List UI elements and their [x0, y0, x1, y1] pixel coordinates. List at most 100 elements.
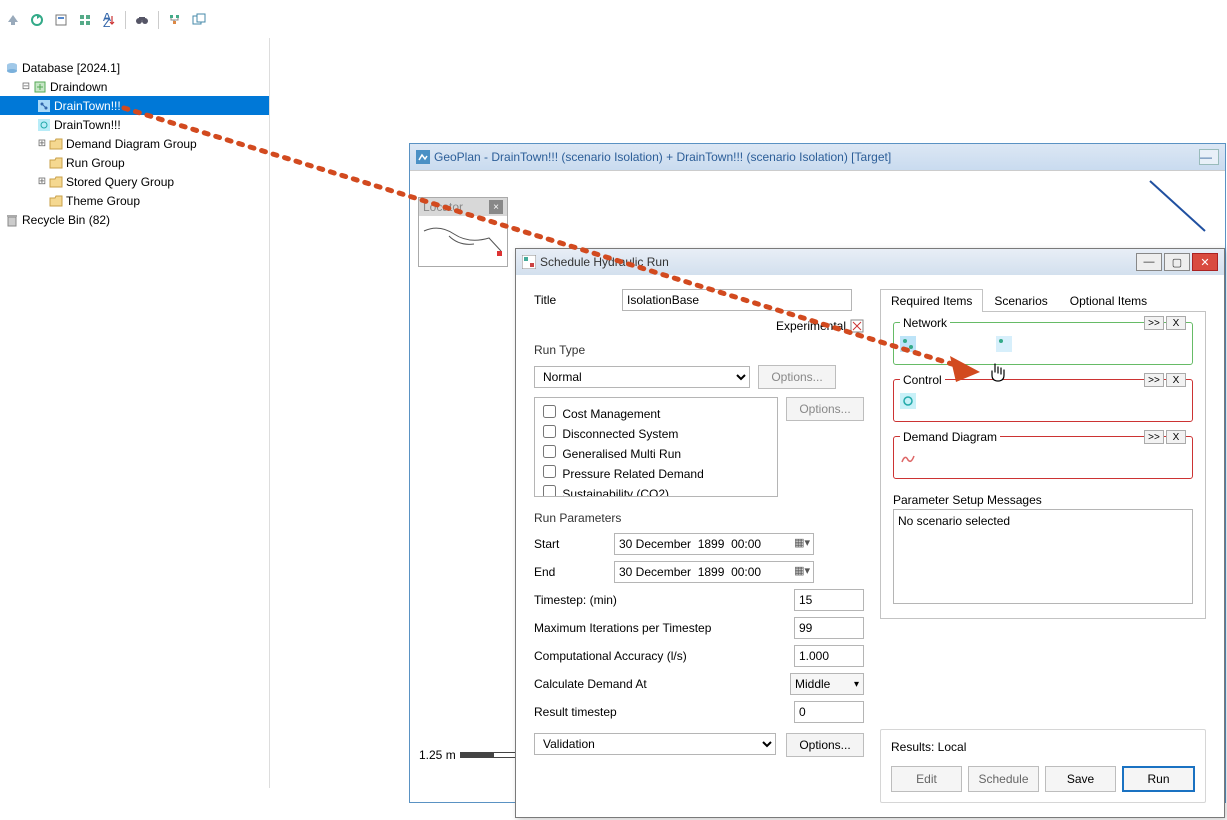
check-press-label: Pressure Related Demand [562, 467, 703, 481]
schedule-run-dialog: Schedule Hydraulic Run — ▢ ✕ Title Exper… [515, 248, 1225, 818]
collapse-icon[interactable]: ⊟ [20, 81, 32, 92]
dz-demand-title: Demand Diagram [900, 430, 1000, 444]
network-icon [36, 98, 52, 114]
geoplan-minimize[interactable]: — [1199, 149, 1219, 165]
locator-panel[interactable]: Locator × [418, 197, 508, 267]
dz-control-expand[interactable]: >> [1144, 373, 1164, 387]
save-button[interactable]: Save [1045, 766, 1116, 792]
title-input[interactable] [622, 289, 852, 311]
dz-network-expand[interactable]: >> [1144, 316, 1164, 330]
run-options-checklist: Cost Management Disconnected System Gene… [534, 397, 778, 497]
toolbar-up-icon[interactable] [4, 11, 22, 29]
tree-draintown2[interactable]: DrainTown!!! [0, 115, 269, 134]
toolbar-properties-icon[interactable] [52, 11, 70, 29]
locator-title-text: Locator [423, 200, 463, 214]
toolbar-sort-icon[interactable]: AZ [100, 11, 118, 29]
experimental-label: Experimental [776, 319, 846, 333]
dz-control-clear[interactable]: X [1166, 373, 1186, 387]
tree-draintown1-label: DrainTown!!! [54, 99, 121, 113]
dz-network-clear[interactable]: X [1166, 316, 1186, 330]
geoplan-title: GeoPlan - DrainTown!!! (scenario Isolati… [434, 150, 891, 164]
required-items-panel: Network >>X Control >>X Demand Diagram [880, 312, 1206, 619]
toolbar-grid-icon[interactable] [76, 11, 94, 29]
tree-recycle-label: Recycle Bin (82) [22, 213, 110, 227]
tree-stored-query[interactable]: ⊞ Stored Query Group [0, 172, 269, 191]
run-type-select[interactable]: Normal [534, 366, 750, 388]
toolbar-separator-2 [158, 11, 159, 29]
dz-demand-clear[interactable]: X [1166, 430, 1186, 444]
dropzone-demand[interactable]: Demand Diagram >>X [893, 436, 1193, 479]
title-label: Title [534, 293, 622, 307]
end-input[interactable] [614, 561, 814, 583]
calcdemand-select[interactable]: Middle [790, 673, 864, 695]
checklist-options-button[interactable]: Options... [786, 397, 864, 421]
scale-left: 1.25 m [419, 748, 456, 762]
toolbar-refresh-icon[interactable] [28, 11, 46, 29]
maxit-label: Maximum Iterations per Timestep [534, 621, 734, 635]
tab-scenarios[interactable]: Scenarios [983, 289, 1058, 312]
control-drop-icon [900, 393, 916, 409]
geoplan-titlebar[interactable]: GeoPlan - DrainTown!!! (scenario Isolati… [410, 144, 1225, 170]
dropzone-control[interactable]: Control >>X [893, 379, 1193, 422]
tab-optional[interactable]: Optional Items [1059, 289, 1158, 312]
tree-recycle[interactable]: Recycle Bin (82) [0, 210, 269, 229]
dialog-close[interactable]: ✕ [1192, 253, 1218, 271]
folder-demand-icon [48, 136, 64, 152]
experimental-flag-icon[interactable] [850, 319, 864, 333]
tree-run-group-label: Run Group [66, 156, 125, 170]
tree-run-group[interactable]: Run Group [0, 153, 269, 172]
check-sust-label: Sustainability (CO2) [562, 487, 669, 497]
calcdemand-label: Calculate Demand At [534, 677, 734, 691]
tree-demand-group[interactable]: ⊞ Demand Diagram Group [0, 134, 269, 153]
resultts-input[interactable] [794, 701, 864, 723]
expand-icon-2[interactable]: ⊞ [36, 176, 48, 187]
folder-query-icon [48, 174, 64, 190]
database-icon [4, 60, 20, 76]
maxit-input[interactable] [794, 617, 864, 639]
validation-select[interactable]: Validation [534, 733, 776, 755]
timestep-input[interactable] [794, 589, 864, 611]
run-button[interactable]: Run [1122, 766, 1195, 792]
results-label: Results: Local [891, 740, 1195, 754]
control-icon [36, 117, 52, 133]
tree-draindown-label: Draindown [50, 80, 107, 94]
dialog-maximize[interactable]: ▢ [1164, 253, 1190, 271]
toolbar-windows-icon[interactable] [190, 11, 208, 29]
edit-button[interactable]: Edit [891, 766, 962, 792]
check-cost[interactable]: Cost Management [539, 402, 773, 422]
svg-text:Z: Z [103, 16, 110, 27]
dropzone-network[interactable]: Network >>X [893, 322, 1193, 365]
toolbar-binoculars-icon[interactable] [133, 11, 151, 29]
calcdemand-value: Middle [795, 677, 830, 691]
check-disconnected[interactable]: Disconnected System [539, 422, 773, 442]
dz-demand-expand[interactable]: >> [1144, 430, 1164, 444]
tab-required[interactable]: Required Items [880, 289, 983, 312]
schedule-button[interactable]: Schedule [968, 766, 1039, 792]
check-generalised[interactable]: Generalised Multi Run [539, 442, 773, 462]
tree-theme-group[interactable]: Theme Group [0, 191, 269, 210]
locator-close[interactable]: × [489, 200, 503, 214]
calendar-icon[interactable]: ▦▾ [794, 536, 810, 549]
tree-draintown1[interactable]: DrainTown!!! [0, 96, 269, 115]
results-panel: Results: Local Edit Schedule Save Run [880, 729, 1206, 803]
run-type-options-button[interactable]: Options... [758, 365, 836, 389]
toolbar-tree-icon[interactable] [166, 11, 184, 29]
expand-icon[interactable]: ⊞ [36, 138, 48, 149]
dialog-app-icon [522, 255, 536, 269]
locator-title: Locator × [419, 198, 507, 216]
start-input[interactable] [614, 533, 814, 555]
tree-demand-group-label: Demand Diagram Group [66, 137, 197, 151]
check-gen-label: Generalised Multi Run [562, 447, 681, 461]
toolbar: AZ [4, 8, 208, 32]
dialog-titlebar[interactable]: Schedule Hydraulic Run — ▢ ✕ [516, 249, 1224, 275]
accuracy-input[interactable] [794, 645, 864, 667]
dialog-minimize[interactable]: — [1136, 253, 1162, 271]
check-disc-label: Disconnected System [562, 427, 678, 441]
validation-options-button[interactable]: Options... [786, 733, 864, 757]
tree-draindown[interactable]: ⊟ Draindown [0, 77, 269, 96]
check-pressure[interactable]: Pressure Related Demand [539, 462, 773, 482]
calendar-icon-2[interactable]: ▦▾ [794, 564, 810, 577]
tree-root[interactable]: Database [2024.1] [0, 58, 269, 77]
check-sustainability[interactable]: Sustainability (CO2) [539, 482, 773, 497]
folder-run-icon [48, 155, 64, 171]
